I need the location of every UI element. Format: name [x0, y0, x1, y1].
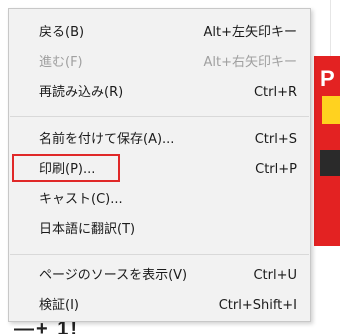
menu-item-save-as[interactable]: 名前を付けて保存(A)... Ctrl+S	[9, 127, 310, 153]
menu-item-print[interactable]: 印刷(P)... Ctrl+P	[9, 157, 310, 183]
menu-item-shortcut: Ctrl+R	[253, 85, 297, 100]
menu-item-shortcut: Alt+左矢印キー	[203, 25, 298, 40]
page-yellow-block	[322, 96, 340, 124]
menu-item-shortcut: Ctrl+U	[253, 268, 297, 283]
menu-item-reload[interactable]: 再読み込み(R) Ctrl+R	[9, 80, 310, 106]
menu-item-inspect[interactable]: 検証(I) Ctrl+Shift+I	[9, 293, 310, 319]
menu-item-shortcut: Ctrl+P	[255, 162, 297, 177]
menu-item-label: 検証(I)	[39, 298, 79, 313]
menu-item-label: 進む(F)	[39, 55, 83, 70]
menu-item-label: ページのソースを表示(V)	[39, 268, 188, 283]
menu-item-label: 再読み込み(R)	[39, 85, 124, 100]
menu-separator	[10, 254, 309, 255]
menu-separator	[10, 116, 309, 117]
menu-item-label: 名前を付けて保存(A)...	[39, 132, 175, 147]
menu-item-label: 戻る(B)	[39, 25, 85, 40]
page-divider	[330, 0, 331, 56]
page-dark-block	[320, 150, 340, 176]
menu-item-label: キャスト(C)...	[39, 192, 123, 207]
screen: P —+ 1! 戻る(B) Alt+左矢印キー 進む(F) Alt+右矢印キー …	[0, 0, 340, 334]
menu-item-forward[interactable]: 進む(F) Alt+右矢印キー	[9, 50, 310, 76]
menu-item-translate[interactable]: 日本語に翻訳(T)	[9, 217, 310, 243]
menu-item-label: 印刷(P)...	[39, 162, 96, 177]
menu-item-shortcut: Ctrl+Shift+I	[218, 298, 297, 313]
menu-item-shortcut: Alt+右矢印キー	[203, 55, 298, 70]
menu-item-shortcut: Ctrl+S	[254, 132, 297, 147]
menu-item-cast[interactable]: キャスト(C)...	[9, 187, 310, 213]
menu-item-view-source[interactable]: ページのソースを表示(V) Ctrl+U	[9, 263, 310, 289]
context-menu: 戻る(B) Alt+左矢印キー 進む(F) Alt+右矢印キー 再読み込み(R)…	[8, 8, 311, 322]
menu-item-label: 日本語に翻訳(T)	[39, 222, 136, 237]
page-banner-letter: P	[320, 66, 335, 91]
menu-item-back[interactable]: 戻る(B) Alt+左矢印キー	[9, 20, 310, 46]
